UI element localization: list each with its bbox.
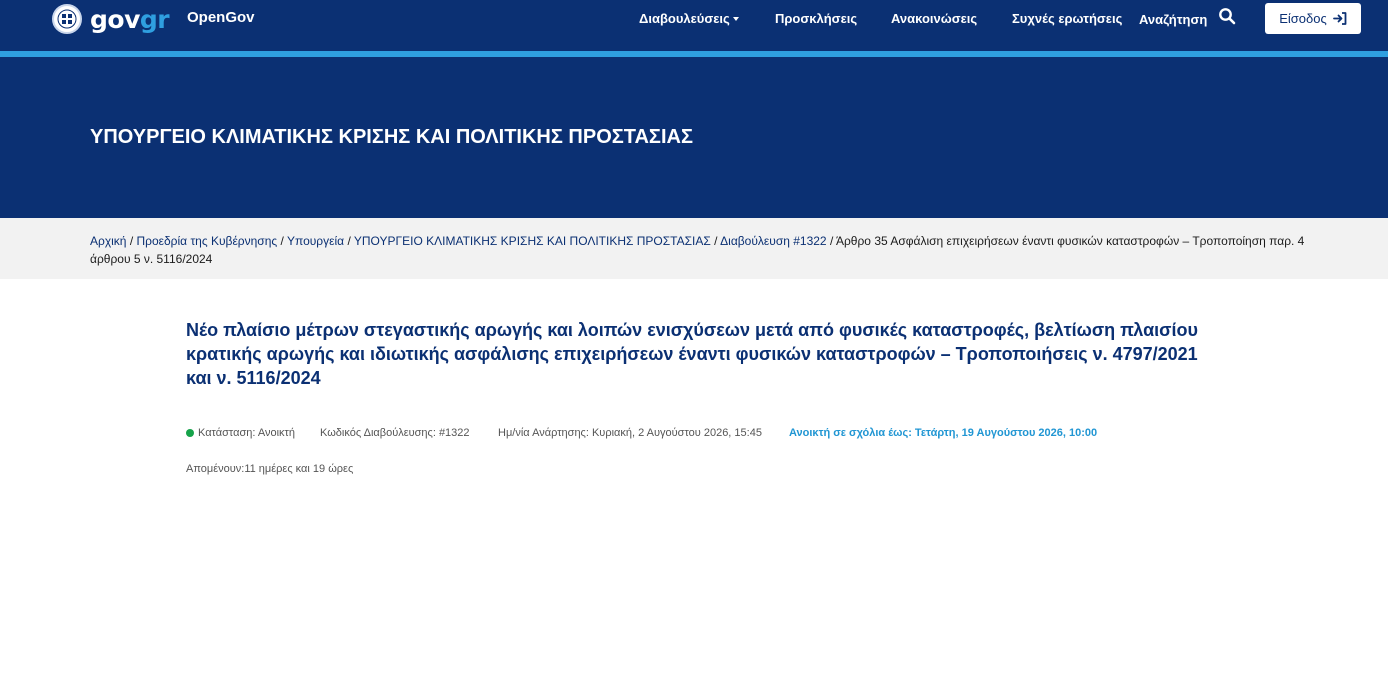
govgr-logo: govgr (90, 4, 170, 34)
nav-search-label: Αναζήτηση (1139, 11, 1208, 27)
app-name-link[interactable]: OpenGov (187, 9, 255, 26)
breadcrumb-presidency-link[interactable]: Προεδρία της Κυβέρνησης (136, 234, 277, 248)
breadcrumb-ministries-link[interactable]: Υπουργεία (287, 234, 344, 248)
ministry-hero-banner: ΥΠΟΥΡΓΕΙΟ ΚΛΙΜΑΤΙΚΗΣ ΚΡΙΣΗΣ ΚΑΙ ΠΟΛΙΤΙΚΗ… (0, 57, 1388, 218)
nav-announcements-link[interactable]: Ανακοινώσεις (891, 11, 977, 27)
status-text: Κατάσταση: Ανοικτή (198, 427, 296, 439)
status-badge: Κατάσταση: Ανοικτή (186, 427, 295, 439)
consultation-code: Κωδικός Διαβούλευσης: #1322 (320, 427, 470, 439)
nav-calls-link[interactable]: Προσκλήσεις (775, 11, 857, 27)
greek-emblem-icon (52, 4, 82, 34)
nav-search-link[interactable]: Αναζήτηση (1139, 8, 1236, 27)
caret-down-icon (732, 16, 739, 21)
consultation-title: Νέο πλαίσιο μέτρων στεγαστικής αρωγής κα… (186, 320, 1198, 388)
nav-faq-link[interactable]: Συχνές ερωτήσεις (1012, 11, 1122, 27)
breadcrumb-consultation-link[interactable]: Διαβούλευση #1322 (720, 234, 826, 248)
breadcrumb-ministry-link[interactable]: ΥΠΟΥΡΓΕΙΟ ΚΛΙΜΑΤΙΚΗΣ ΚΡΙΣΗΣ ΚΑΙ ΠΟΛΙΤΙΚΗ… (354, 234, 711, 248)
login-button-label: Είσοδος (1279, 11, 1327, 26)
open-until-date: Ανοικτή σε σχόλια έως: Τετάρτη, 19 Αυγού… (789, 427, 1098, 439)
posted-date: Ημ/νία Ανάρτησης: Κυριακή, 2 Αυγούστου 2… (498, 427, 762, 439)
topbar: govgr OpenGov Διαβουλεύσεις Προσκλήσεις … (0, 0, 1388, 51)
logo-text-main: gov (90, 4, 140, 34)
logo-text-accent: gr (139, 4, 170, 34)
nav-consultations-label: Διαβουλεύσεις (639, 11, 730, 26)
nav-consultations-dropdown[interactable]: Διαβουλεύσεις (639, 11, 739, 27)
login-button[interactable]: Είσοδος (1265, 3, 1361, 34)
time-remaining: Απομένουν:11 ημέρες και 19 ώρες (186, 463, 354, 475)
breadcrumb-bar: Αρχική / Προεδρία της Κυβέρνησης / Υπουρ… (0, 218, 1388, 279)
status-open-dot-icon (186, 429, 194, 437)
govgr-brand[interactable]: govgr (52, 2, 170, 36)
sign-in-icon (1332, 12, 1347, 25)
search-icon (1219, 8, 1236, 25)
ministry-title: ΥΠΟΥΡΓΕΙΟ ΚΛΙΜΑΤΙΚΗΣ ΚΡΙΣΗΣ ΚΑΙ ΠΟΛΙΤΙΚΗ… (90, 126, 693, 148)
breadcrumb: Αρχική / Προεδρία της Κυβέρνησης / Υπουρ… (90, 232, 1330, 268)
breadcrumb-home-link[interactable]: Αρχική (90, 234, 126, 248)
